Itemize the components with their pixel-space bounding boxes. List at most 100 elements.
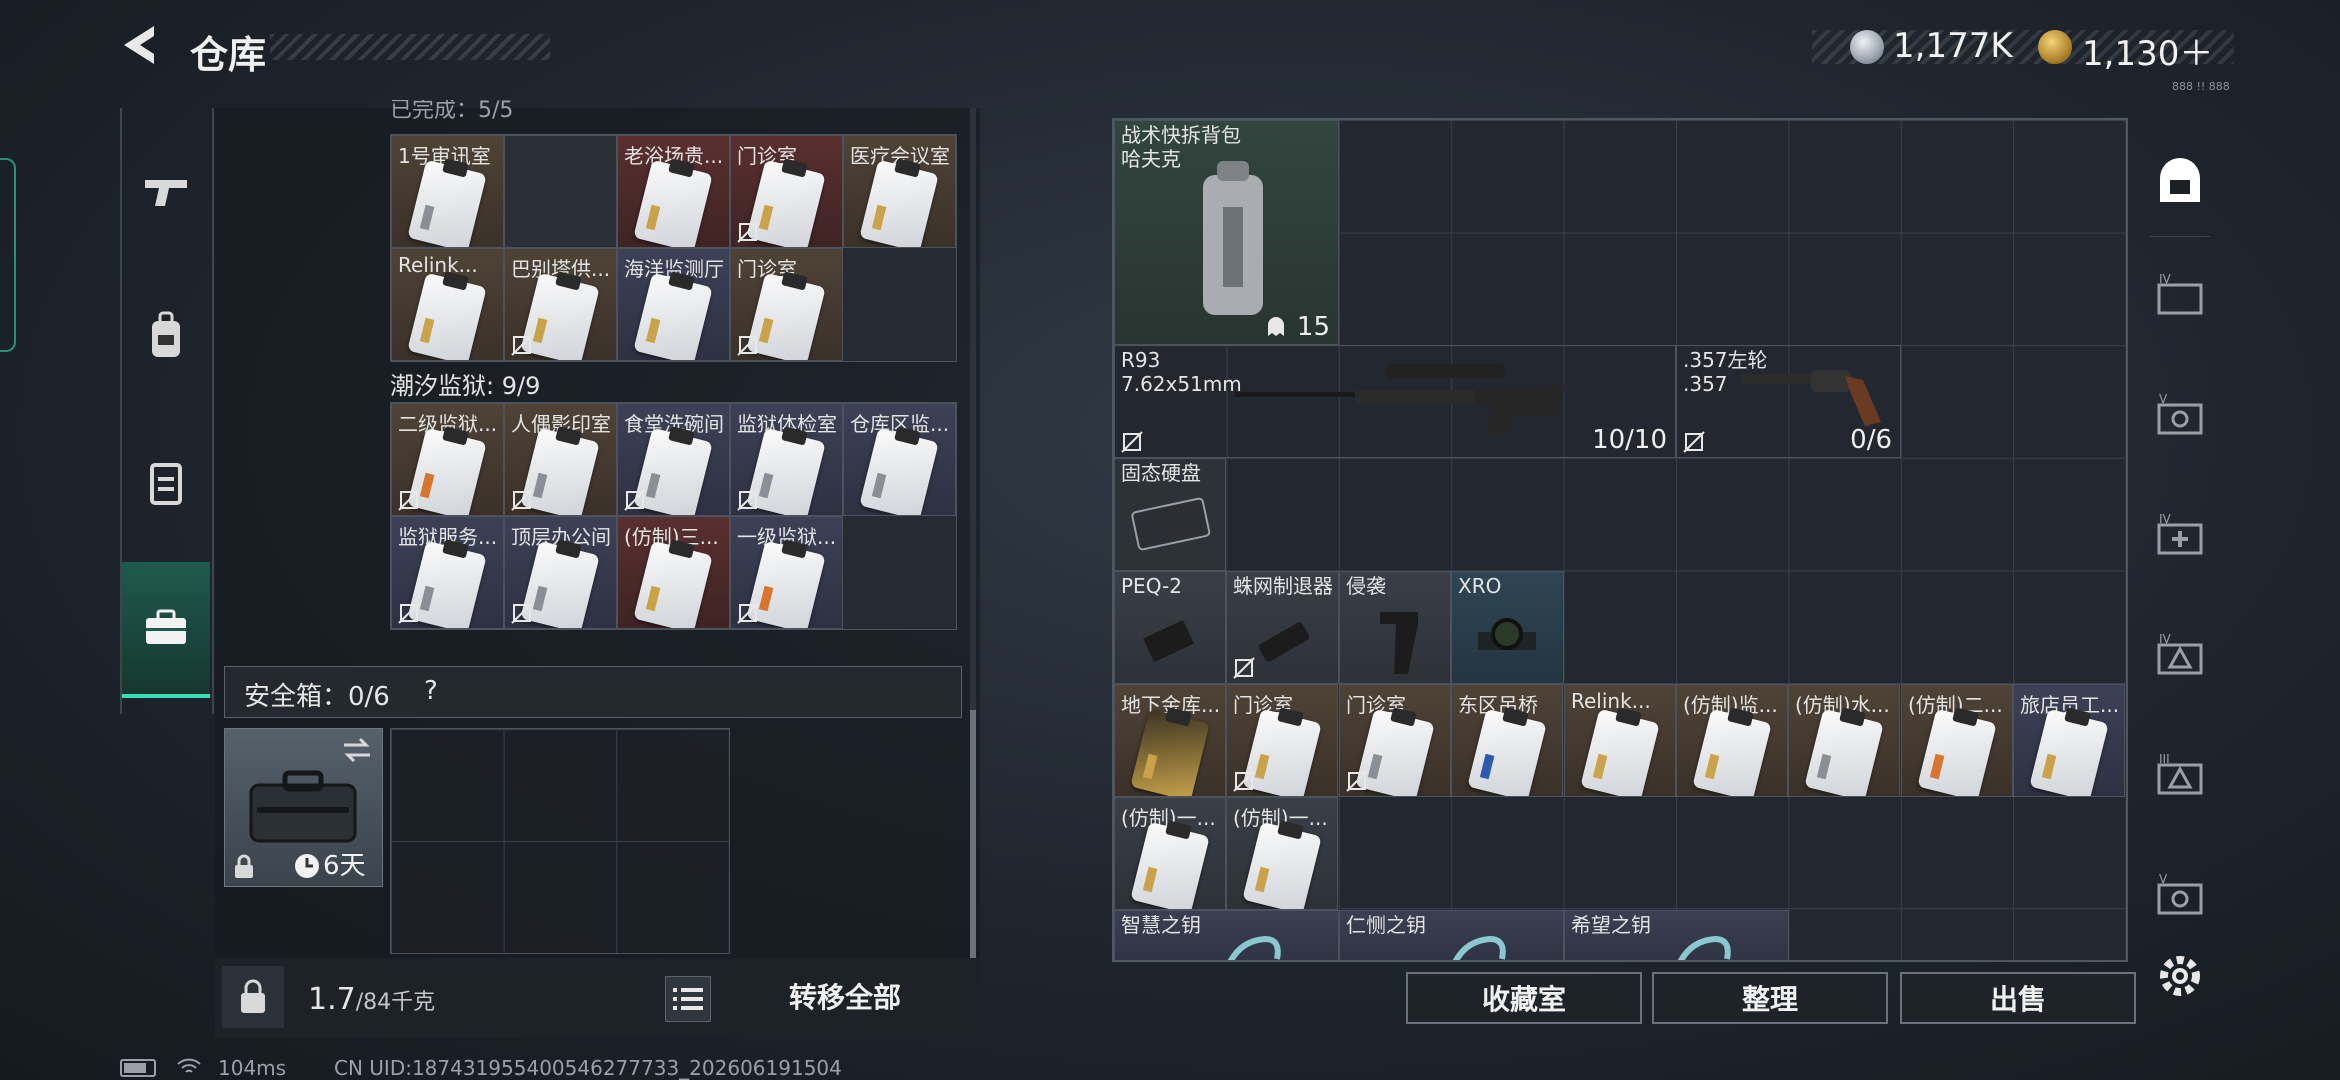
keycard-item[interactable]: 地下金库...: [1114, 684, 1226, 797]
keycard-item[interactable]: (仿制)一...: [1114, 797, 1226, 910]
keycard-item[interactable]: 二级监狱...: [391, 403, 504, 516]
key-item[interactable]: 仁恻之钥: [1339, 910, 1564, 960]
keycard-item[interactable]: 门诊室: [1339, 684, 1451, 797]
empty-slot[interactable]: [504, 135, 617, 248]
safe-box-label: 安全箱：0/6: [244, 682, 390, 712]
left-scroll-thumb[interactable]: [970, 710, 976, 960]
keycard-item[interactable]: 门诊室: [730, 248, 843, 361]
vest-icon: [150, 463, 182, 505]
safe-timer: 6天: [323, 851, 366, 881]
sniper-rifle-icon: [1235, 364, 1565, 434]
sidebar-item-medkit[interactable]: IV: [2148, 502, 2212, 566]
muzzle-brake-item[interactable]: 蛛网制退器: [1226, 571, 1339, 684]
list-icon: [673, 988, 703, 1010]
grip-item[interactable]: 侵袭: [1339, 571, 1451, 684]
keycard-item[interactable]: 东区吊桥: [1451, 684, 1563, 797]
list-view-button[interactable]: [665, 976, 711, 1022]
help-button[interactable]: ?: [424, 676, 438, 706]
keycard-icon: [2029, 708, 2109, 796]
section-label: 潮汐监狱: 9/9: [390, 372, 541, 400]
weight-lock-button[interactable]: [222, 966, 284, 1028]
backpack-item[interactable]: 战术快拆背包 哈夫克 15: [1114, 120, 1339, 345]
sidebar-item-storage[interactable]: [122, 562, 210, 698]
svg-text:IV: IV: [2159, 272, 2172, 286]
keycard-item[interactable]: 医疗会议室: [843, 135, 956, 248]
currency-gold[interactable]: 1,130＋: [2082, 26, 2213, 75]
keycard-item[interactable]: (仿制)水...: [1788, 684, 1900, 797]
keycard-item[interactable]: (仿制)监...: [1676, 684, 1788, 797]
sight-icon: [1478, 618, 1536, 650]
muzzle-brake-name: 蛛网制退器: [1233, 574, 1333, 598]
keycard-item[interactable]: 仓库区监...: [843, 403, 956, 516]
section-label-cut: 已完成：5/5: [390, 100, 514, 122]
sidebar-item-backpack[interactable]: [2148, 148, 2212, 212]
page-title: 仓库: [190, 33, 267, 77]
keycard-item[interactable]: 巴别塔供...: [504, 248, 617, 361]
key-item[interactable]: 希望之钥: [1564, 910, 1789, 960]
keycard-item[interactable]: 一级监狱...: [730, 516, 843, 629]
safe-box-grid[interactable]: [390, 728, 730, 954]
keycard-item[interactable]: 监狱服务...: [391, 516, 504, 629]
revolver-item[interactable]: .357左轮 .357 0/6: [1676, 345, 1901, 458]
safe-box-item[interactable]: 6天: [224, 728, 383, 887]
r93-rifle-item[interactable]: R93 7.62x51mm 10/10: [1114, 345, 1676, 458]
sidebar-item-vest[interactable]: [122, 416, 210, 548]
svg-text:IV: IV: [2159, 632, 2172, 646]
battery-icon: [120, 1059, 156, 1077]
keycard-item[interactable]: 人偶影印室: [504, 403, 617, 516]
key-name: 仁恻之钥: [1346, 913, 1426, 937]
sidebar-item-warning-iii[interactable]: III: [2148, 742, 2212, 806]
ssd-item[interactable]: 固态硬盘: [1114, 458, 1226, 571]
ghost-icon: [1268, 317, 1284, 336]
keycard-item[interactable]: 食堂洗碗间: [617, 403, 730, 516]
keycard-item[interactable]: (仿制)一...: [1226, 797, 1338, 910]
unbound-icon: [398, 602, 420, 624]
keycard-icon: [859, 427, 939, 515]
back-icon[interactable]: [118, 22, 164, 68]
svg-text:V: V: [2159, 392, 2168, 406]
keycard-item[interactable]: (仿制)三...: [617, 516, 730, 629]
collection-room-button[interactable]: 收藏室: [1406, 972, 1642, 1024]
keycard-icon: [407, 159, 487, 247]
keycard-item[interactable]: (仿制)二...: [1901, 684, 2013, 797]
lock-icon: [235, 854, 253, 878]
divider: [2150, 236, 2210, 237]
sell-button[interactable]: 出售: [1900, 972, 2136, 1024]
case-v-icon: V: [2157, 872, 2203, 915]
keycard-item[interactable]: 监狱体检室: [730, 403, 843, 516]
key-item[interactable]: 智慧之钥: [1114, 910, 1339, 960]
sort-button[interactable]: 整理: [1652, 972, 1888, 1024]
keycard-icon: [1467, 708, 1547, 796]
keycard-item[interactable]: 1号审讯室: [391, 135, 504, 248]
sidebar-item-weapons[interactable]: [122, 126, 210, 258]
sidebar-item-warning-iv[interactable]: IV: [2148, 622, 2212, 686]
sidebar-item-equipment[interactable]: [122, 270, 210, 402]
revolver-caliber: .357: [1683, 372, 1728, 396]
gear-icon[interactable]: [2154, 950, 2206, 1002]
transfer-all-button[interactable]: 转移全部: [740, 974, 950, 1022]
weight-value: 1.7: [308, 982, 356, 1017]
keycard-item[interactable]: 顶层办公间: [504, 516, 617, 629]
keycard-name: Relink...: [1571, 689, 1651, 713]
xro-sight-item[interactable]: XRO: [1451, 571, 1564, 684]
keycard-item[interactable]: 老浴场贵...: [617, 135, 730, 248]
unbound-icon: [1121, 431, 1143, 453]
sidebar-item-case-v[interactable]: V: [2148, 382, 2212, 446]
keycard-item[interactable]: 门诊室: [730, 135, 843, 248]
keycard-icon: [1692, 708, 1772, 796]
grip-name: 侵袭: [1346, 574, 1386, 598]
key-name: 智慧之钥: [1121, 913, 1201, 937]
keycard-icon: [1242, 821, 1322, 909]
keycard-item[interactable]: Relink...: [1564, 684, 1676, 797]
keycard-item[interactable]: Relink...: [391, 248, 504, 361]
revolver-ammo: 0/6: [1850, 425, 1892, 455]
keycard-item[interactable]: 旅店员工...: [2013, 684, 2125, 797]
peq2-item[interactable]: PEQ-2: [1114, 571, 1226, 684]
keycard-item[interactable]: 门诊室: [1226, 684, 1338, 797]
keycard-name: Relink...: [398, 253, 478, 277]
keycard-item[interactable]: 海洋监测厅: [617, 248, 730, 361]
swap-icon[interactable]: [342, 737, 372, 763]
tiny-label: 888 !! 888: [2172, 80, 2230, 93]
sidebar-item-case-v2[interactable]: V: [2148, 862, 2212, 926]
sidebar-item-case-iv[interactable]: IV: [2148, 262, 2212, 326]
